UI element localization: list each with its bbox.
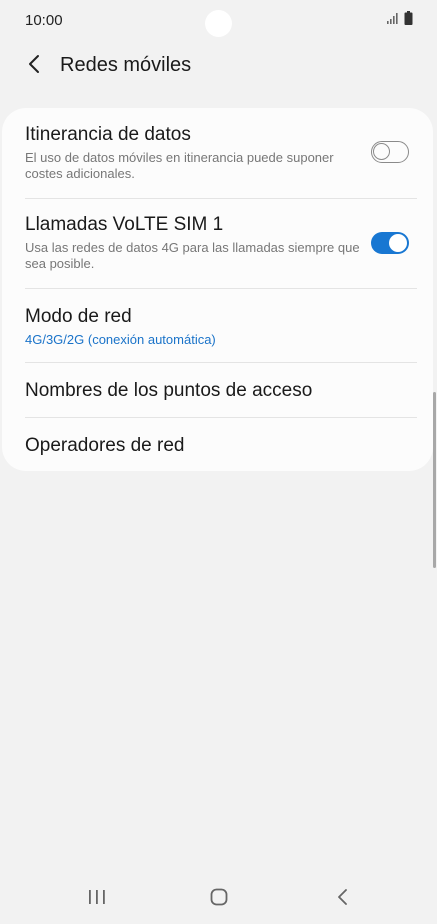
setting-title: Operadores de red [25, 435, 185, 456]
status-time: 10:00 [25, 12, 63, 29]
setting-title: Llamadas VoLTE SIM 1 [25, 214, 224, 235]
home-icon [210, 888, 228, 911]
setting-subtitle: 4G/3G/2G (conexión automática) [25, 332, 216, 347]
volte-toggle[interactable] [371, 232, 409, 254]
settings-card: Itinerancia de datos El uso de datos móv… [2, 108, 433, 471]
toggle-knob [388, 233, 408, 253]
setting-network-operators[interactable]: Operadores de red [2, 418, 433, 471]
back-icon [336, 888, 348, 911]
setting-apn[interactable]: Nombres de los puntos de acceso [2, 363, 433, 417]
setting-subtitle: El uso de datos móviles en itinerancia p… [25, 150, 334, 181]
recent-apps-icon [88, 889, 106, 910]
app-header: Redes móviles [0, 44, 437, 88]
setting-data-roaming[interactable]: Itinerancia de datos El uso de datos móv… [2, 108, 433, 198]
roaming-toggle[interactable] [371, 141, 409, 163]
battery-icon [404, 10, 413, 30]
setting-title: Modo de red [25, 306, 132, 327]
camera-cutout [205, 10, 232, 37]
recent-apps-button[interactable] [82, 884, 112, 914]
scrollbar[interactable] [433, 392, 436, 568]
setting-title: Nombres de los puntos de acceso [25, 380, 313, 401]
setting-volte[interactable]: Llamadas VoLTE SIM 1 Usa las redes de da… [2, 199, 433, 288]
nav-back-button[interactable] [327, 884, 357, 914]
page-title: Redes móviles [60, 54, 192, 76]
navigation-bar [0, 872, 437, 924]
status-icons [386, 10, 413, 30]
setting-title: Itinerancia de datos [25, 124, 191, 145]
toggle-knob [373, 143, 390, 160]
status-bar: 10:00 [0, 0, 437, 44]
home-button[interactable] [204, 884, 234, 914]
back-button[interactable] [20, 52, 48, 80]
chevron-left-icon [27, 54, 41, 79]
setting-network-mode[interactable]: Modo de red 4G/3G/2G (conexión automátic… [2, 289, 433, 362]
setting-subtitle: Usa las redes de datos 4G para las llama… [25, 240, 360, 271]
signal-icon [386, 11, 400, 29]
